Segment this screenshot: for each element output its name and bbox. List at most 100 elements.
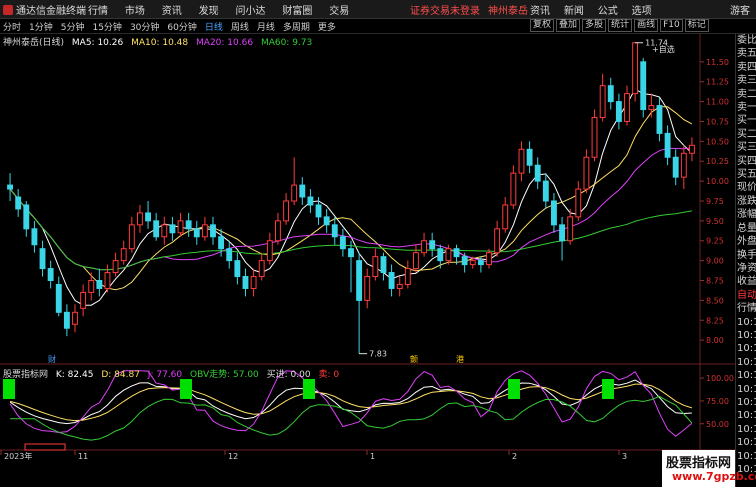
candle-body-2 — [23, 204, 30, 230]
sub-tick-label-1: 75.00 — [706, 397, 729, 406]
top-item-news[interactable]: 新闻 — [564, 2, 584, 17]
candle-body-16 — [137, 212, 143, 226]
menu-item-wealth[interactable]: 财富圈 — [282, 2, 312, 17]
candle-body-24 — [201, 224, 208, 238]
candle-body-31 — [258, 260, 265, 278]
menu-item-hq[interactable]: 行情 — [88, 2, 108, 17]
period-tab-4[interactable]: 30分钟 — [130, 20, 159, 33]
period-tab-9[interactable]: 多周期 — [283, 20, 310, 33]
candle-body-1 — [15, 196, 22, 210]
signal-block-3 — [508, 379, 520, 399]
tool-button-2[interactable]: 多股 — [582, 19, 607, 32]
candle-body-78 — [640, 61, 647, 111]
price-tick-label-13: 8.25 — [706, 316, 724, 325]
chart-tools: 复权 叠加 多股 统计 画线 F10 标记 — [530, 19, 711, 32]
candle-body-74 — [607, 85, 614, 103]
menu-item-ask[interactable]: 问小达 — [236, 2, 266, 17]
candle-body-32 — [266, 240, 273, 262]
tool-button-1[interactable]: 叠加 — [556, 19, 581, 32]
period-toolbar: 分时 1分钟 5分钟 15分钟 30分钟 60分钟 日线 周线 月线 多周期 更多 复权 叠加 多股 统计… — [0, 19, 756, 34]
period-tab-2[interactable]: 5分钟 — [61, 20, 85, 33]
candle-body-23 — [193, 228, 200, 238]
sidebar-item-1: 卖五 — [737, 48, 756, 60]
tool-button-0[interactable]: 复权 — [530, 19, 555, 32]
sidebar-item-29: 10:1 — [737, 423, 756, 435]
main-legend-title: 神州泰岳(日线) — [3, 38, 65, 48]
candle-body-60 — [494, 228, 501, 254]
candle-body-84 — [689, 144, 695, 154]
j-line — [9, 370, 693, 437]
candle-body-81 — [664, 132, 671, 158]
candle-body-77 — [632, 42, 639, 95]
candle-body-47 — [388, 272, 395, 289]
guest-user[interactable]: 游客 — [730, 2, 750, 17]
price-tick-label-12: 8.50 — [706, 296, 724, 305]
signal-block-4 — [602, 379, 614, 399]
sub-tick-label-0: 100.00 — [706, 374, 734, 383]
sidebar-item-18: 收益 — [737, 276, 756, 288]
candle-body-33 — [275, 220, 281, 242]
period-tab-0[interactable]: 分时 — [3, 20, 21, 33]
price-tick-label-11: 8.75 — [706, 277, 724, 286]
price-tick-label-10: 9.00 — [706, 257, 724, 266]
candle-body-15 — [128, 224, 135, 250]
sidebar-item-24: 10:1 — [737, 356, 756, 368]
price-tick-label-5: 10.25 — [706, 157, 729, 166]
price-tick-label-9: 9.25 — [706, 237, 724, 246]
x-axis-label-4: 2 — [512, 452, 517, 461]
signal-block-0 — [3, 379, 15, 399]
candle-body-67 — [551, 200, 557, 226]
title-bar: 通达信金融终端 行情 市场 资讯 发现 问小达 财富圈 交易 证券交易未登录 神州… — [0, 0, 756, 19]
sidebar-item-27: 10:1 — [737, 396, 756, 408]
buy-label: 买进: 0.00 — [266, 370, 311, 380]
menu-item-trade[interactable]: 交易 — [329, 2, 349, 17]
period-tab-1[interactable]: 1分钟 — [29, 20, 53, 33]
top-item-options[interactable]: 选项 — [632, 2, 652, 17]
sidebar-item-16: 换手 — [737, 249, 756, 261]
period-tab-5[interactable]: 60分钟 — [167, 20, 196, 33]
sidebar-item-12: 涨跌 — [737, 195, 756, 207]
self-select-label: +自选 — [652, 44, 675, 54]
top-right-menu: 资讯 新闻 公式 选项 — [530, 2, 663, 17]
candle-body-14 — [120, 248, 127, 262]
app-logo-icon — [3, 5, 13, 15]
watermark: 股票指标网 www.7gpzb.com — [662, 450, 756, 487]
sidebar-item-7: 买二 — [737, 128, 756, 140]
tool-button-6[interactable]: 标记 — [684, 19, 709, 32]
period-tab-6[interactable]: 日线 — [205, 20, 223, 33]
menu-item-news[interactable]: 资讯 — [162, 2, 182, 17]
tool-button-4[interactable]: 画线 — [634, 19, 659, 32]
tool-button-3[interactable]: 统计 — [608, 19, 633, 32]
period-tab-7[interactable]: 周线 — [231, 20, 249, 33]
k-label: K: 82.45 — [55, 370, 94, 380]
top-item-formula[interactable]: 公式 — [598, 2, 618, 17]
signal-block-1 — [180, 379, 192, 399]
low-marker-label: 7.83 — [369, 350, 387, 359]
candle-body-26 — [218, 236, 225, 250]
sidebar-item-10: 买五 — [737, 169, 756, 181]
candle-body-3 — [31, 228, 38, 246]
menu-item-discover[interactable]: 发现 — [199, 2, 219, 17]
candle-body-71 — [583, 156, 590, 190]
candle-body-76 — [624, 93, 630, 122]
event-marker-1: 颤 — [410, 354, 418, 364]
period-tab-3[interactable]: 15分钟 — [92, 20, 121, 33]
sub-legend-title: 股票指标网 — [3, 370, 49, 380]
main-menu: 行情 市场 资讯 发现 问小达 财富圈 交易 — [88, 2, 363, 17]
x-axis-label-1: 11 — [78, 452, 88, 461]
kline-chart[interactable]: 11.50 11.25 11.00 10.75 10.50 10.25 10.00 9.75 9… — [0, 34, 735, 487]
tool-button-5[interactable]: F10 — [660, 19, 683, 32]
period-tab-8[interactable]: 月线 — [257, 20, 275, 33]
sidebar-item-0: 委比 — [737, 35, 756, 46]
ma5-label: MA5: 10.26 — [71, 38, 124, 48]
candle-body-36 — [299, 184, 306, 198]
sell-bars — [24, 443, 66, 451]
candle-body-53 — [437, 248, 444, 262]
menu-item-market[interactable]: 市场 — [125, 2, 145, 17]
event-marker-2: 港 — [456, 354, 464, 364]
ma60-label: MA60: 9.73 — [260, 38, 313, 48]
candle-body-59 — [486, 252, 492, 266]
period-tab-10[interactable]: 更多 — [318, 20, 336, 33]
top-item-info[interactable]: 资讯 — [530, 2, 550, 17]
login-notice[interactable]: 证券交易未登录 神州泰岳 — [410, 2, 536, 17]
